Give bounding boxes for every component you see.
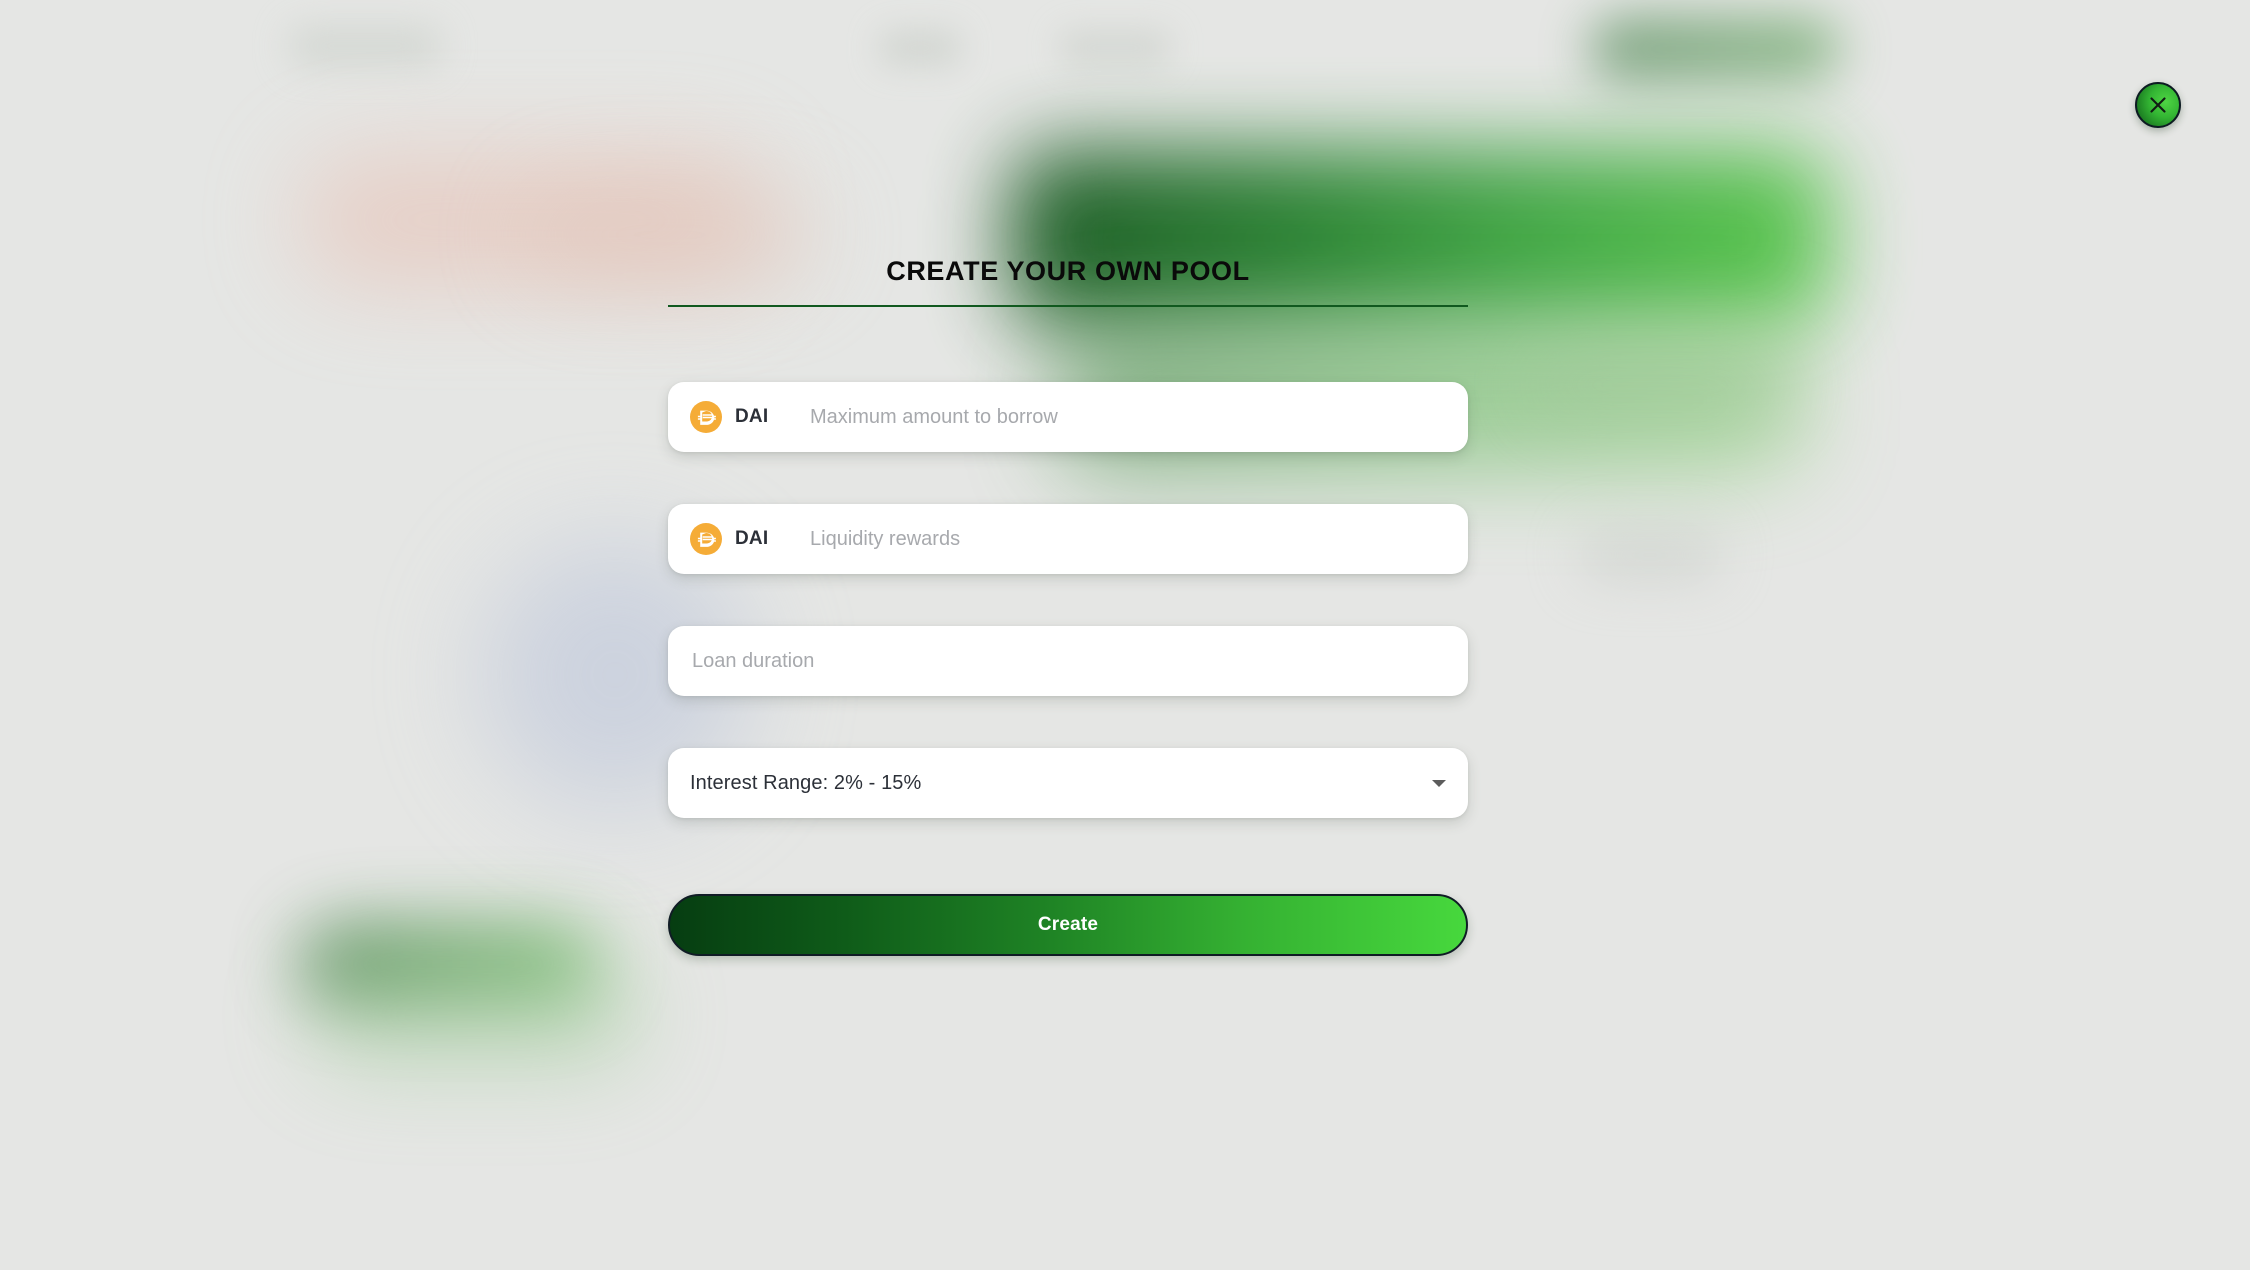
blurred-green-glow-left [310,960,640,1070]
blurred-nav-connect-button [1590,18,1840,80]
dai-coin-icon [690,523,722,555]
blurred-panel-right-2 [1580,530,1720,580]
close-icon [2150,97,2166,113]
create-button[interactable]: Create [668,894,1468,956]
field-liquidity-rewards[interactable]: DAI [668,504,1468,574]
page-title: CREATE YOUR OWN POOL [886,256,1250,286]
create-pool-dialog: CREATE YOUR OWN POOL DAI DAI [668,258,1468,956]
submit-row: Create [668,894,1468,956]
interest-range-value: Interest Range: 2% - 15% [690,771,922,794]
pool-form: DAI DAI Interest Range: 2% - 15% [668,382,1468,818]
loan-duration-input[interactable] [690,626,1446,696]
chevron-down-icon [1432,779,1446,787]
token-label: DAI [735,528,769,549]
interest-range-select[interactable]: Interest Range: 2% - 15% [668,748,1468,818]
liquidity-rewards-input[interactable] [810,504,1446,574]
blurred-panel-right-1 [1530,350,1790,420]
token-selector-dai-rewards: DAI [690,523,810,555]
field-loan-duration[interactable] [668,626,1468,696]
token-label: DAI [735,406,769,427]
field-max-borrow[interactable]: DAI [668,382,1468,452]
max-borrow-input[interactable] [810,382,1446,452]
close-dialog-button[interactable] [2135,82,2181,128]
blurred-nav-item-2 [1060,30,1170,66]
token-selector-dai-borrow: DAI [690,401,810,433]
dai-coin-icon [690,401,722,433]
blurred-nav-item-1 [880,30,960,66]
title-divider [668,305,1468,307]
blurred-nav-logo [290,26,440,66]
